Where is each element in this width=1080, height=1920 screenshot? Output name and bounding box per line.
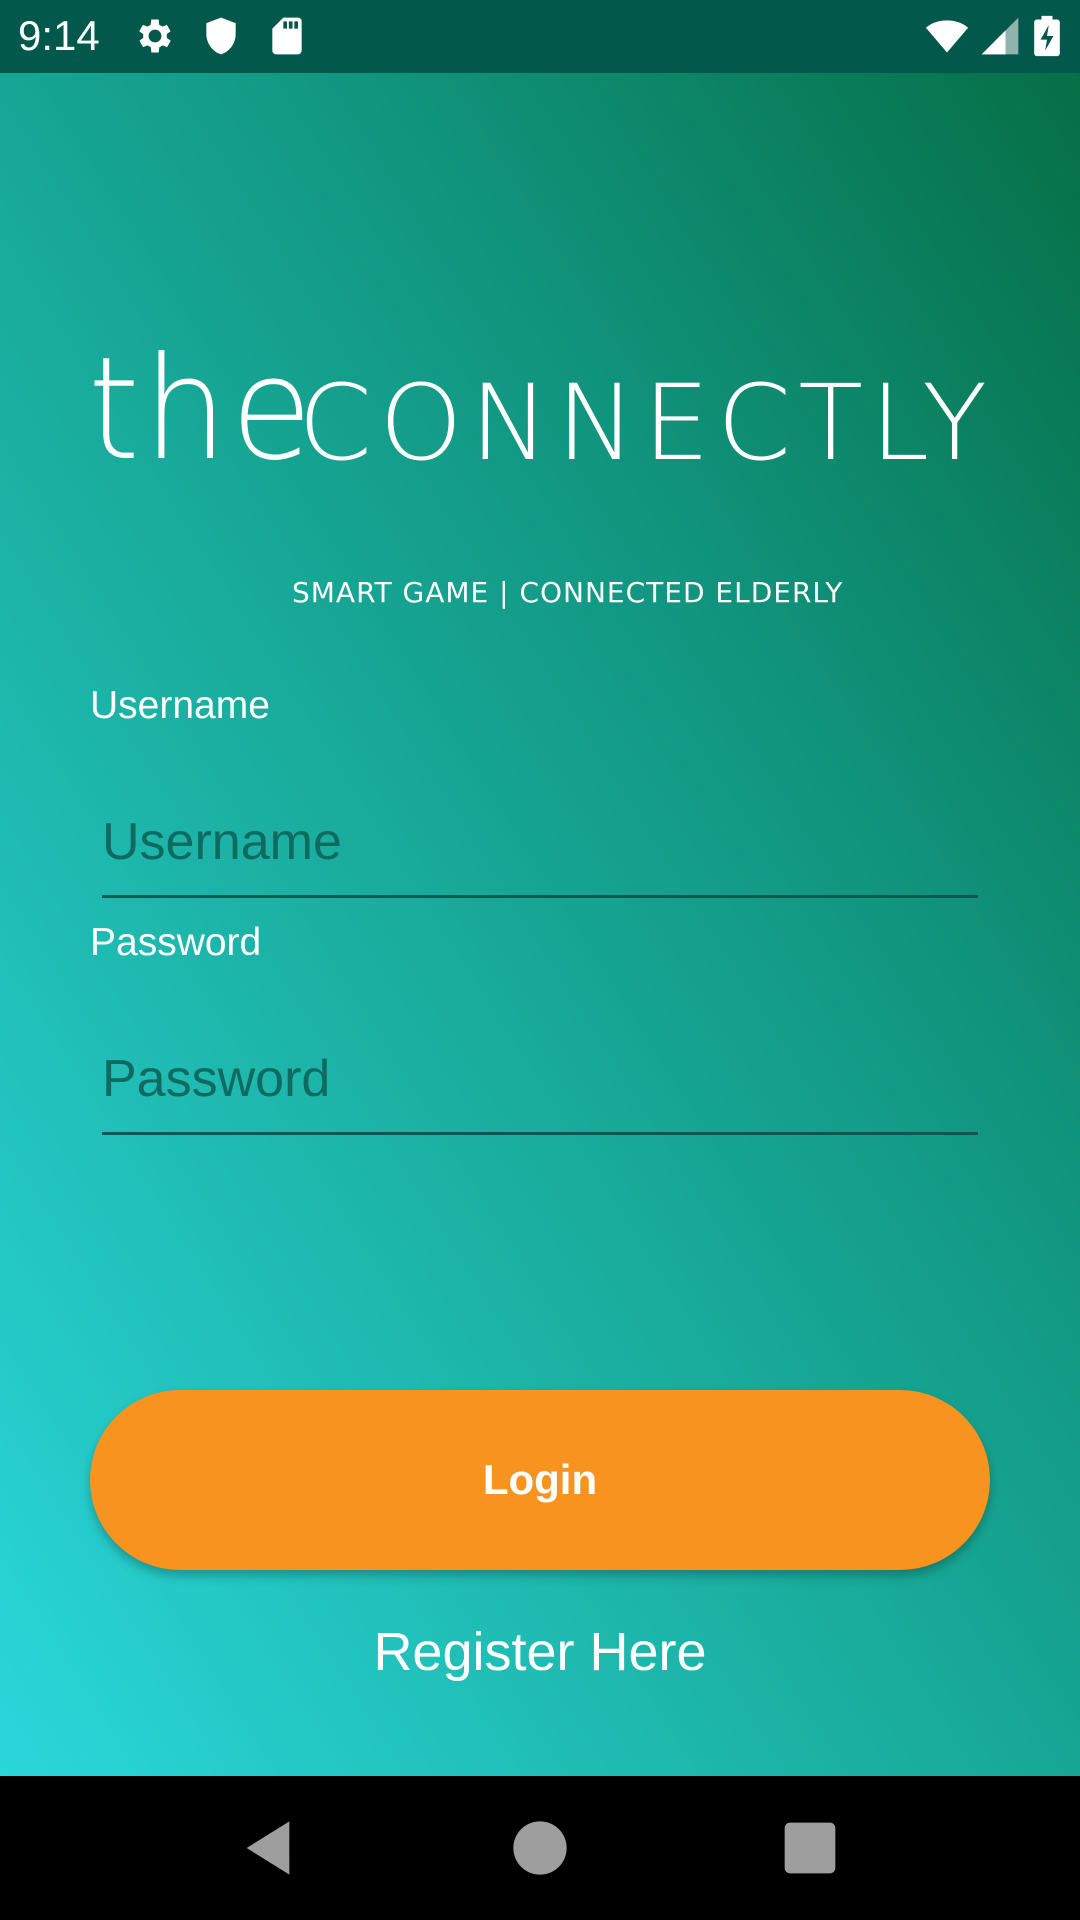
register-link[interactable]: Register Here xyxy=(0,1621,1080,1683)
password-label: Password xyxy=(90,921,262,964)
gear-icon xyxy=(139,19,171,53)
login-button[interactable]: Login xyxy=(90,1390,990,1570)
logo-prefix: the xyxy=(88,327,316,492)
navigation-bar xyxy=(0,1776,1080,1920)
shield-icon xyxy=(206,17,236,55)
logo-name: CONNECTLY xyxy=(298,362,995,484)
login-content: the CONNECTLY SMART GAME | CONNECTED ELD… xyxy=(0,73,1080,1776)
status-time: 9:14 xyxy=(18,12,100,59)
logo-tagline: SMART GAME | CONNECTED ELDERLY xyxy=(292,576,844,609)
home-icon[interactable] xyxy=(508,1816,572,1880)
sd-card-icon xyxy=(272,17,302,55)
signal-icon xyxy=(981,17,1019,55)
recents-icon[interactable] xyxy=(778,1816,842,1880)
back-icon[interactable] xyxy=(236,1816,300,1880)
username-label: Username xyxy=(90,684,270,727)
wifi-icon xyxy=(925,20,969,53)
password-input[interactable] xyxy=(102,1025,978,1135)
username-input[interactable] xyxy=(102,788,978,898)
status-bar: 9:14 xyxy=(0,0,1080,73)
app-screen: 9:14 the CONNECTLY SMART GAME | CONNECTE… xyxy=(0,0,1080,1920)
battery-charging-icon xyxy=(1034,15,1060,57)
app-logo: the CONNECTLY xyxy=(88,335,988,485)
